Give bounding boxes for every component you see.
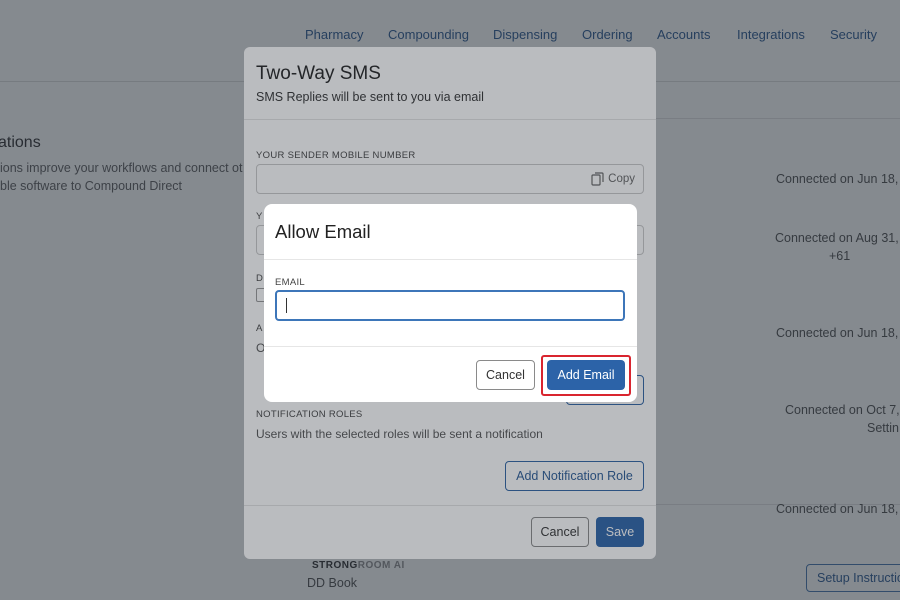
cancel-button[interactable]: Cancel	[476, 360, 535, 390]
highlight-annotation	[541, 355, 631, 396]
allow-email-dialog: Allow Email EMAIL Cancel Add Email	[264, 204, 637, 402]
email-input[interactable]	[275, 290, 625, 321]
divider	[264, 259, 637, 260]
email-label: EMAIL	[275, 277, 306, 288]
text-cursor	[286, 298, 287, 313]
divider	[264, 346, 637, 347]
dialog-title: Allow Email	[275, 221, 371, 242]
